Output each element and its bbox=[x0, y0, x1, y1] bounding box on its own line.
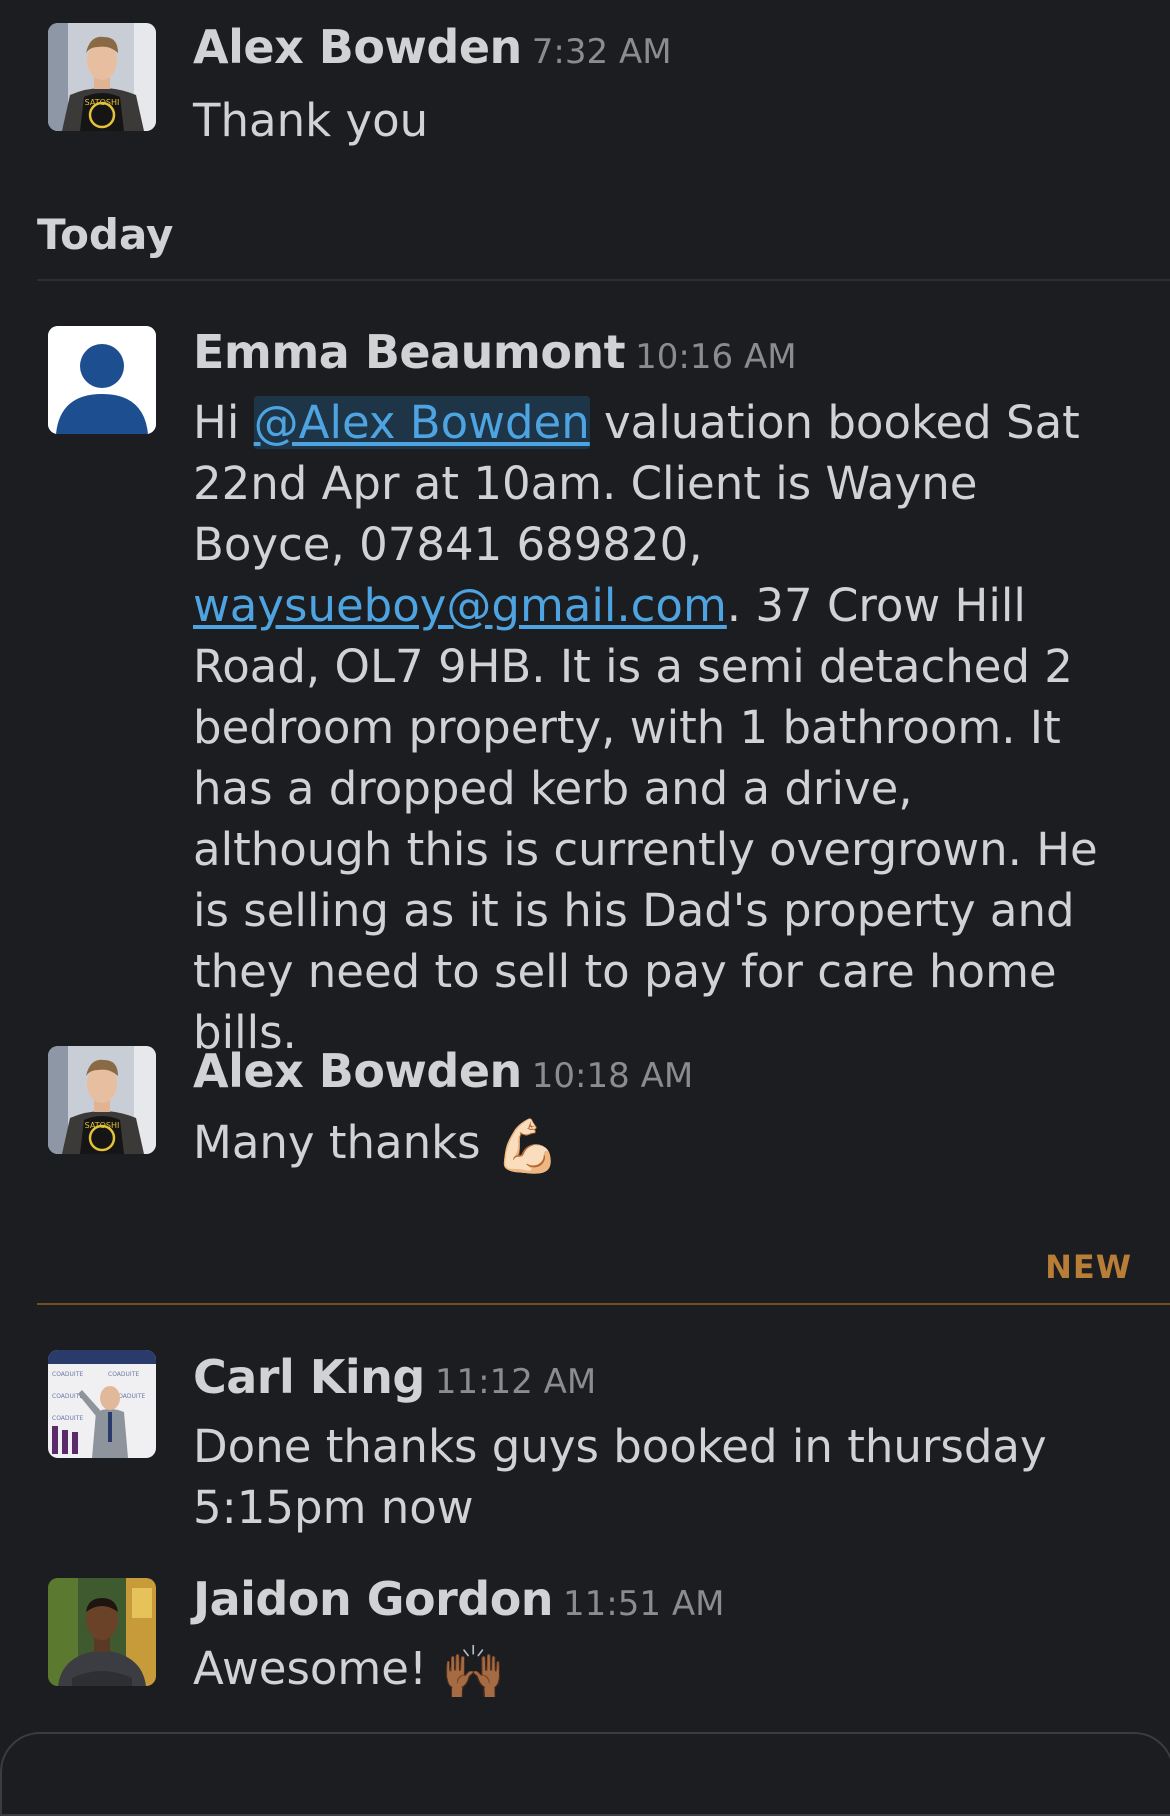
message-emma-beaumont[interactable]: Emma Beaumont 10:16 AM Hi @Alex Bowden va… bbox=[0, 300, 1170, 1059]
avatar-photo-icon: SATOSHI bbox=[48, 1046, 156, 1154]
new-messages-divider bbox=[37, 1303, 1170, 1305]
avatar-photo-icon bbox=[48, 1578, 156, 1686]
day-divider bbox=[37, 279, 1170, 281]
sender-name[interactable]: Carl King bbox=[193, 1350, 425, 1404]
avatar-alex-bowden[interactable]: SATOSHI bbox=[48, 1046, 156, 1154]
avatar-alex-bowden[interactable]: SATOSHI bbox=[48, 23, 156, 131]
message-timestamp[interactable]: 10:16 AM bbox=[635, 337, 796, 377]
svg-text:COADUITE: COADUITE bbox=[108, 1371, 139, 1378]
svg-text:SATOSHI: SATOSHI bbox=[85, 98, 120, 107]
message-timestamp[interactable]: 11:51 AM bbox=[563, 1584, 724, 1624]
new-messages-label: NEW bbox=[1045, 1248, 1132, 1286]
sender-name[interactable]: Jaidon Gordon bbox=[193, 1572, 554, 1626]
message-jaidon-gordon[interactable]: Jaidon Gordon 11:51 AM Awesome! 🙌🏾 bbox=[0, 1570, 1170, 1730]
message-alex-bowden-2[interactable]: SATOSHI Alex Bowden 10:18 AM Many thanks … bbox=[0, 1040, 1170, 1190]
avatar-photo-icon: COADUITE COADUITE COADUITE COADUITE COAD… bbox=[48, 1350, 156, 1458]
message-text-prefix: Hi bbox=[193, 396, 254, 449]
message-text: Thank you bbox=[193, 94, 429, 147]
message-text: Awesome! 🙌🏾 bbox=[193, 1638, 1123, 1704]
default-user-icon bbox=[48, 326, 156, 434]
svg-text:SATOSHI: SATOSHI bbox=[85, 1121, 120, 1130]
message-text-content: Awesome! bbox=[193, 1642, 427, 1695]
sender-name[interactable]: Alex Bowden bbox=[193, 20, 522, 74]
message-alex-bowden-1[interactable]: SATOSHI Alex Bowden 7:32 AM Thank you bbox=[0, 0, 1170, 150]
message-timestamp[interactable]: 11:12 AM bbox=[435, 1362, 596, 1402]
message-carl-king[interactable]: COADUITE COADUITE COADUITE COADUITE COAD… bbox=[0, 1340, 1170, 1540]
raising-hands-icon[interactable]: 🙌🏾 bbox=[441, 1643, 506, 1703]
message-timestamp[interactable]: 10:18 AM bbox=[532, 1056, 693, 1096]
svg-text:COADUITE: COADUITE bbox=[52, 1415, 83, 1422]
avatar-photo-icon: SATOSHI bbox=[48, 23, 156, 131]
sender-name[interactable]: Emma Beaumont bbox=[193, 325, 626, 379]
message-composer[interactable] bbox=[0, 1732, 1170, 1816]
message-timestamp[interactable]: 7:32 AM bbox=[532, 32, 672, 72]
avatar-jaidon-gordon[interactable] bbox=[48, 1578, 156, 1686]
day-separator-label: Today bbox=[37, 210, 174, 259]
user-mention[interactable]: @Alex Bowden bbox=[253, 396, 590, 449]
avatar-carl-king[interactable]: COADUITE COADUITE COADUITE COADUITE COAD… bbox=[48, 1350, 156, 1458]
message-text-content: Many thanks bbox=[193, 1116, 481, 1169]
message-text: Hi @Alex Bowden valuation booked Sat 22n… bbox=[193, 392, 1123, 1063]
message-text: Done thanks guys booked in thursday 5:15… bbox=[193, 1420, 1047, 1534]
flexed-biceps-icon[interactable]: 💪🏻 bbox=[495, 1117, 560, 1177]
avatar-emma-beaumont[interactable] bbox=[48, 326, 156, 434]
message-text: Many thanks 💪🏻 bbox=[193, 1112, 1123, 1178]
email-link[interactable]: waysueboy@gmail.com bbox=[193, 579, 727, 632]
sender-name[interactable]: Alex Bowden bbox=[193, 1044, 522, 1098]
svg-text:COADUITE: COADUITE bbox=[52, 1371, 83, 1378]
message-text-suffix: . 37 Crow Hill Road, OL7 9HB. It is a se… bbox=[193, 579, 1098, 1059]
